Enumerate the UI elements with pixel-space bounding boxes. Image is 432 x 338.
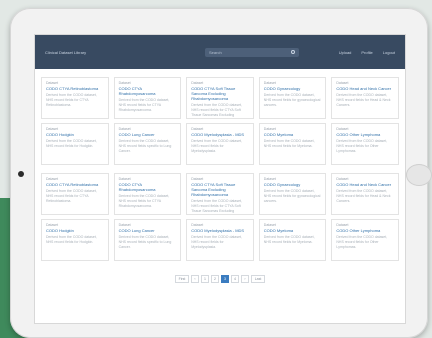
dataset-card[interactable]: Dataset CODO Hodgkin Derived from the CODO… (41, 123, 109, 165)
dataset-card[interactable]: Dataset CODO Gynaecology Derived from the … (258, 173, 327, 215)
pagination-page-4[interactable]: 4 (231, 275, 239, 283)
dataset-card[interactable]: Dataset CODO Other Lymphoma Derived from t… (331, 219, 399, 261)
card-description: Derived from the CODO dataset, NHS recor… (191, 199, 242, 213)
card-title[interactable]: CODO Hodgkin (46, 132, 104, 137)
card-title[interactable]: CODO Gynaecology (264, 182, 322, 187)
card-description: Derived from the CODO dataset, NHS recor… (263, 189, 321, 203)
card-description: Derived from the CODO dataset, NHS recor… (263, 139, 315, 148)
dataset-grid-section: Dataset CODO CTYA Retinoblastoma Derived f… (35, 69, 405, 283)
search-placeholder: Search (209, 49, 222, 55)
card-title[interactable]: CODO CTYA Soft Tissue Sarcoma Excluding … (191, 86, 249, 101)
home-button[interactable] (406, 164, 432, 186)
dataset-card[interactable]: Dataset CODO Myelodysplasia - MDS Derived … (186, 219, 254, 261)
card-title[interactable]: CODO CTYA Retinoblastoma (46, 86, 104, 91)
pagination: First ‹ 1 2 3 4 › Last (41, 275, 399, 283)
card-title[interactable]: CODO CTYA Soft Tissue Sarcoma Excluding … (191, 182, 249, 197)
dataset-card[interactable]: Dataset CODO Head and Neck Cancer Derived … (331, 173, 399, 215)
dataset-grid-page-2: Dataset CODO CTYA Retinoblastoma Derived f… (41, 173, 399, 261)
card-title[interactable]: CODO Head and Neck Cancer (336, 182, 394, 187)
card-title[interactable]: CODO Myelodysplasia - MDS (191, 132, 249, 137)
dataset-card[interactable]: Dataset CODO Lung Cancer Derived from the … (113, 123, 182, 165)
app-screen: Clinical Dataset Library Search Upload P… (34, 34, 406, 324)
card-description: Derived from the CODO dataset, NHS recor… (118, 139, 172, 153)
dataset-card[interactable]: Dataset CODO Myelodysplasia - MDS Derived … (186, 123, 254, 165)
camera-icon (18, 171, 24, 177)
card-title[interactable]: CODO Gynaecology (264, 86, 322, 91)
pagination-next-button[interactable]: › (241, 275, 249, 283)
card-description: Derived from the CODO dataset, NHS recor… (118, 235, 172, 249)
card-description: Derived from the CODO dataset, NHS recor… (46, 139, 97, 148)
dataset-card[interactable]: Dataset CODO Head and Neck Cancer Derived … (331, 77, 399, 119)
dataset-card[interactable]: Dataset CODO CTYA Rhabdomyosarcoma Derived… (113, 173, 182, 215)
card-description: Derived from the CODO dataset, NHS recor… (336, 139, 388, 153)
card-description: Derived from the CODO dataset, NHS recor… (191, 139, 242, 153)
card-description: Derived from the CODO dataset, NHS recor… (118, 194, 170, 208)
card-title[interactable]: CODO Lung Cancer (119, 228, 177, 233)
dataset-card[interactable]: Dataset CODO Lung Cancer Derived from the … (113, 219, 182, 261)
pagination-first-button[interactable]: First (175, 275, 189, 283)
dataset-card[interactable]: Dataset CODO Myeloma Derived from the CODO… (258, 219, 327, 261)
search-icon[interactable] (291, 50, 295, 54)
card-description: Derived from the CODO dataset, NHS recor… (46, 189, 97, 203)
card-title[interactable]: CODO Other Lymphoma (336, 228, 394, 233)
card-title[interactable]: CODO Other Lymphoma (336, 132, 394, 137)
pagination-page-2[interactable]: 2 (211, 275, 219, 283)
card-description: Derived from the CODO dataset, NHS recor… (46, 93, 97, 107)
tablet-frame: Clinical Dataset Library Search Upload P… (10, 8, 432, 338)
card-title[interactable]: CODO Lung Cancer (119, 132, 177, 137)
nav-link-logout[interactable]: Logout (383, 50, 395, 55)
dataset-card[interactable]: Dataset CODO CTYA Rhabdomyosarcoma Derived… (113, 77, 182, 119)
card-description: Derived from the CODO dataset, NHS recor… (263, 93, 321, 107)
card-title[interactable]: CODO Myeloma (264, 132, 322, 137)
card-description: Derived from the CODO dataset, NHS recor… (336, 93, 391, 107)
pagination-last-button[interactable]: Last (251, 275, 265, 283)
pagination-page-3[interactable]: 3 (221, 275, 229, 283)
dataset-card[interactable]: Dataset CODO CTYA Soft Tissue Sarcoma Exc… (186, 173, 254, 215)
top-navigation-bar: Clinical Dataset Library Search Upload P… (35, 35, 405, 69)
search-input[interactable]: Search (205, 47, 299, 57)
card-title[interactable]: CODO Head and Neck Cancer (336, 86, 394, 91)
dataset-card[interactable]: Dataset CODO Myeloma Derived from the CODO… (258, 123, 327, 165)
dataset-card[interactable]: Dataset CODO Gynaecology Derived from the … (258, 77, 327, 119)
pagination-page-1[interactable]: 1 (201, 275, 209, 283)
card-title[interactable]: CODO Hodgkin (46, 228, 104, 233)
dataset-card[interactable]: Dataset CODO Hodgkin Derived from the CODO… (41, 219, 109, 261)
dataset-card[interactable]: Dataset CODO CTYA Soft Tissue Sarcoma Exc… (186, 77, 254, 119)
card-description: Derived from the CODO dataset, NHS recor… (263, 235, 315, 244)
card-title[interactable]: CODO Myelodysplasia - MDS (191, 228, 249, 233)
card-title[interactable]: CODO CTYA Retinoblastoma (46, 182, 104, 187)
pagination-prev-button[interactable]: ‹ (191, 275, 199, 283)
card-description: Derived from the CODO dataset, NHS recor… (46, 235, 97, 244)
app-title: Clinical Dataset Library (45, 49, 87, 55)
dataset-grid: Dataset CODO CTYA Retinoblastoma Derived f… (41, 77, 399, 165)
card-description: Derived from the CODO dataset, NHS recor… (336, 235, 388, 249)
dataset-card[interactable]: Dataset CODO CTYA Retinoblastoma Derived f… (41, 173, 109, 215)
card-title[interactable]: CODO CTYA Rhabdomyosarcoma (119, 86, 177, 96)
card-description: Derived from the CODO dataset, NHS recor… (118, 98, 170, 112)
card-description: Derived from the CODO dataset, NHS recor… (191, 103, 242, 117)
nav-link-profile[interactable]: Profile (361, 50, 372, 55)
top-nav-links: Upload Profile Logout (339, 50, 395, 55)
grid-spacer (41, 165, 399, 173)
card-title[interactable]: CODO Myeloma (264, 228, 322, 233)
dataset-card[interactable]: Dataset CODO CTYA Retinoblastoma Derived f… (41, 77, 109, 119)
nav-link-upload[interactable]: Upload (339, 50, 352, 55)
card-description: Derived from the CODO dataset, NHS recor… (336, 189, 391, 203)
card-description: Derived from the CODO dataset, NHS recor… (191, 235, 242, 249)
dataset-card[interactable]: Dataset CODO Other Lymphoma Derived from t… (331, 123, 399, 165)
card-title[interactable]: CODO CTYA Rhabdomyosarcoma (119, 182, 177, 192)
